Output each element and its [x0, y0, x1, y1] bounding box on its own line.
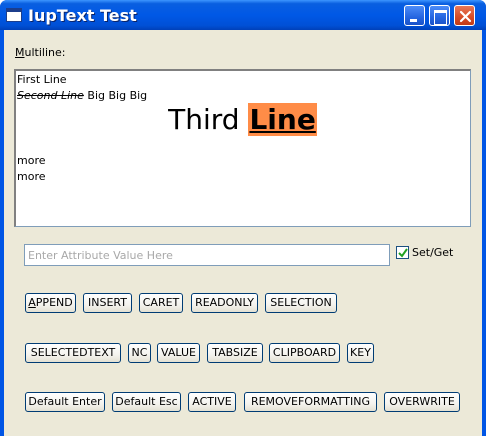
- overwrite-button[interactable]: OVERWRITE: [384, 392, 460, 412]
- maximize-button[interactable]: [429, 5, 450, 26]
- text-line-more: more: [17, 170, 46, 183]
- insert-button[interactable]: INSERT: [83, 293, 132, 313]
- setget-label[interactable]: Set/Get: [412, 246, 453, 259]
- tabsize-button[interactable]: TABSIZE: [207, 343, 263, 363]
- close-button[interactable]: [454, 5, 475, 26]
- removeformatting-button[interactable]: REMOVEFORMATTING: [244, 392, 377, 412]
- checkmark-icon: [398, 248, 408, 258]
- key-button[interactable]: KEY: [347, 343, 374, 363]
- title-bar[interactable]: IupText Test: [0, 0, 486, 30]
- highlighted-text: Line: [248, 103, 317, 136]
- app-window-icon: [6, 8, 22, 22]
- minimize-button[interactable]: [404, 5, 425, 26]
- setget-checkbox[interactable]: [396, 246, 409, 259]
- multiline-label: Multiline:: [15, 46, 66, 59]
- readonly-button[interactable]: READONLY: [191, 293, 258, 313]
- default-enter-button[interactable]: Default Enter: [25, 392, 105, 412]
- selectedtext-button[interactable]: SELECTEDTEXT: [25, 343, 121, 363]
- selection-button[interactable]: SELECTION: [265, 293, 337, 313]
- caret-button[interactable]: CARET: [139, 293, 183, 313]
- window-title: IupText Test: [28, 6, 137, 25]
- nc-button[interactable]: NC: [128, 343, 151, 363]
- value-button[interactable]: VALUE: [157, 343, 200, 363]
- dialog-client-area: Multiline: First Line Second Line Big Bi…: [4, 30, 482, 436]
- active-button[interactable]: ACTIVE: [188, 392, 236, 412]
- text-line-second: Second Line Big Big Big: [17, 89, 148, 102]
- text-line-third: Third Line: [168, 103, 317, 136]
- append-button[interactable]: APPEND: [25, 293, 76, 313]
- text-line-first: First Line: [17, 73, 67, 86]
- clipboard-button[interactable]: CLIPBOARD: [269, 343, 340, 363]
- struck-text: Second Line: [17, 89, 84, 102]
- close-icon: [459, 10, 472, 23]
- text-line-more: more: [17, 154, 46, 167]
- attribute-value-input[interactable]: [24, 244, 390, 266]
- multiline-text-field[interactable]: First Line Second Line Big Big Big Third…: [14, 69, 471, 227]
- window: IupText Test Multiline: First Line Secon…: [0, 0, 486, 436]
- default-esc-button[interactable]: Default Esc: [112, 392, 181, 412]
